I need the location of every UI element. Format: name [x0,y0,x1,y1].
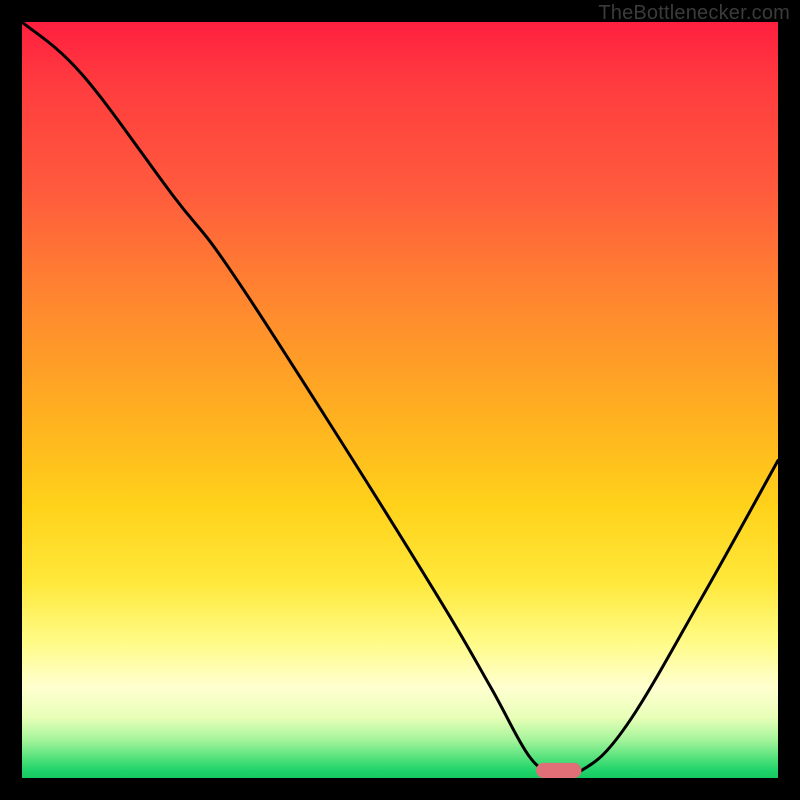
chart-overlay [22,22,778,778]
optimal-point-marker [536,763,581,778]
chart-frame: TheBottlenecker.com [0,0,800,800]
bottleneck-curve [22,22,778,775]
plot-area [22,22,778,778]
